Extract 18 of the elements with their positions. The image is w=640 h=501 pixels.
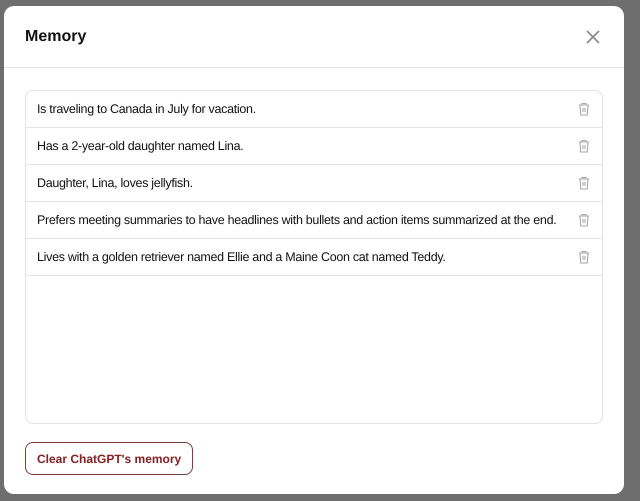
- memory-text: Lives with a golden retriever named Ellie and a Maine Coon cat named Teddy.: [37, 248, 446, 266]
- clear-memory-button[interactable]: Clear ChatGPT's memory: [25, 442, 194, 475]
- delete-button[interactable]: [577, 249, 591, 265]
- memory-text: Is traveling to Canada in July for vacation.: [37, 100, 256, 118]
- delete-button[interactable]: [577, 138, 591, 154]
- trash-icon: [578, 213, 590, 227]
- memory-text: Daughter, Lina, loves jellyfish.: [37, 174, 193, 192]
- delete-button[interactable]: [577, 101, 591, 117]
- memory-text: Has a 2-year-old daughter named Lina.: [37, 138, 244, 155]
- trash-icon: [578, 250, 590, 264]
- memory-text: Prefers meeting summaries to have headlines with bullets and action items summarized at the end.: [37, 212, 556, 229]
- dialog-title: Memory: [25, 26, 86, 46]
- trash-icon: [578, 139, 590, 153]
- trash-icon: [578, 102, 590, 116]
- trash-icon: [578, 176, 590, 190]
- delete-button[interactable]: [577, 175, 591, 191]
- delete-button[interactable]: [577, 212, 591, 228]
- close-icon: [586, 30, 600, 44]
